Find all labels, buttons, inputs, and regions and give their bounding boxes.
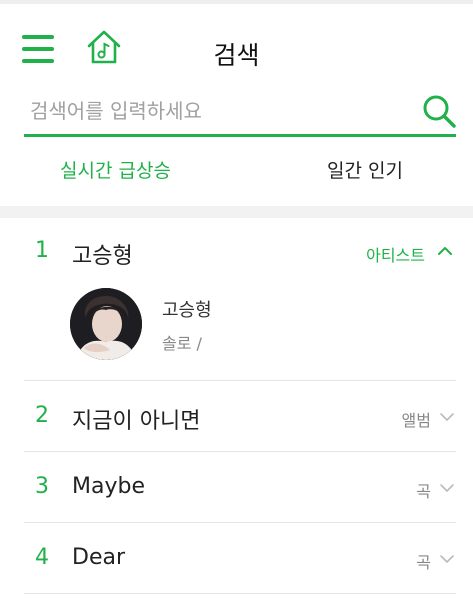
rank-number: 4 xyxy=(35,545,49,570)
result-type: 곡 xyxy=(416,482,431,501)
chevron-down-icon[interactable] xyxy=(439,483,455,493)
list-item[interactable]: 1 고승형 아티스트 고승형 솔로 / xyxy=(0,218,473,380)
tab-realtime[interactable]: 실시간 급상승 xyxy=(60,156,171,183)
chevron-down-icon[interactable] xyxy=(439,554,455,564)
search-icon[interactable] xyxy=(422,94,456,128)
chevron-down-icon[interactable] xyxy=(439,412,455,422)
search-underline xyxy=(24,134,456,137)
rank-number: 3 xyxy=(35,474,49,499)
artist-meta: 솔로 / xyxy=(162,334,202,353)
result-type: 곡 xyxy=(416,553,431,572)
list-item[interactable]: 3 Maybe 곡 xyxy=(0,452,473,522)
list-item[interactable]: 4 Dear 곡 xyxy=(0,523,473,593)
divider xyxy=(24,593,456,594)
result-type: 아티스트 xyxy=(366,246,425,265)
result-title: 고승형 xyxy=(72,244,133,269)
chevron-up-icon[interactable] xyxy=(437,246,453,256)
section-gap xyxy=(0,206,473,218)
search-input[interactable] xyxy=(24,88,410,134)
tab-daily[interactable]: 일간 인기 xyxy=(327,156,403,183)
result-type: 앨범 xyxy=(401,411,431,430)
result-title: 지금이 아니면 xyxy=(72,409,201,434)
artist-name: 고승형 xyxy=(162,300,212,321)
result-title: Maybe xyxy=(72,474,145,499)
page-title: 검색 xyxy=(213,41,260,70)
list-item[interactable]: 2 지금이 아니면 앨범 xyxy=(0,381,473,451)
header: 검색 xyxy=(0,4,473,90)
tab-bar: 실시간 급상승 일간 인기 xyxy=(0,146,473,198)
result-title: Dear xyxy=(72,545,126,570)
rank-number: 2 xyxy=(35,403,49,428)
artist-card[interactable]: 고승형 솔로 / xyxy=(70,288,450,363)
avatar xyxy=(70,288,142,360)
rank-number: 1 xyxy=(35,238,49,263)
search-bar xyxy=(24,88,456,137)
